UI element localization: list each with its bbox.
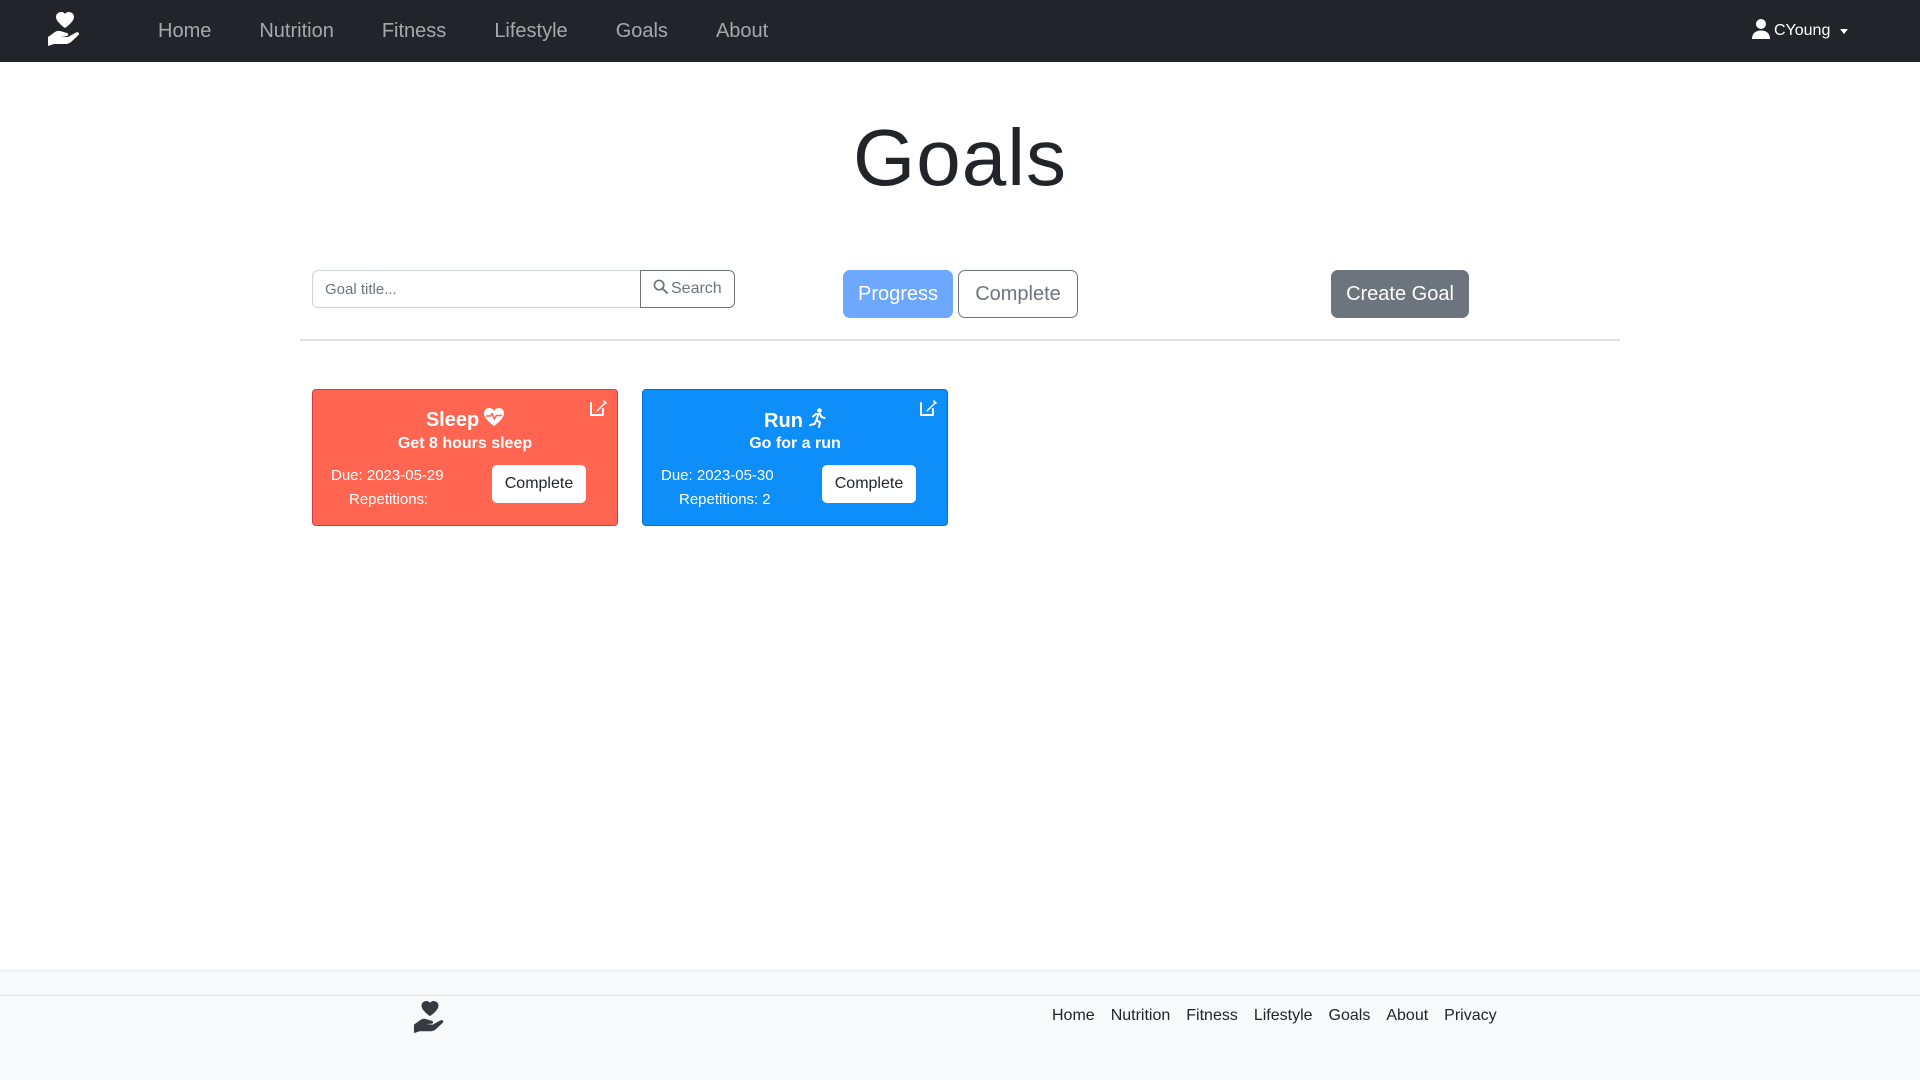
page-footer: Home Nutrition Fitness Lifestyle Goals A… [0, 970, 1920, 1080]
goal-due-date: 2023-05-30 [696, 467, 774, 484]
search-button-label: Search [671, 280, 722, 297]
nav-link-about[interactable]: About [692, 20, 792, 43]
nav-link-fitness[interactable]: Fitness [358, 20, 470, 43]
goal-repetitions-label: Repetitions: [679, 491, 759, 508]
search-button[interactable]: Search [640, 270, 735, 308]
edit-icon[interactable] [588, 398, 608, 423]
goal-complete-button[interactable]: Complete [492, 465, 586, 503]
person-running-icon [808, 408, 826, 434]
footer-logo-icon[interactable] [411, 1001, 449, 1040]
goal-title-text: Sleep [425, 408, 480, 431]
goal-repetitions-row: Repetitions: [331, 488, 444, 512]
toolbar-divider [300, 339, 1620, 341]
brand-logo-icon[interactable] [46, 12, 84, 48]
goal-description: Get 8 hours sleep [397, 435, 533, 452]
footer-divider [0, 995, 1920, 996]
goal-title-search-input[interactable] [312, 270, 640, 308]
goal-card-sleep: Sleep Get 8 hours sleep Due: 2023-05-29 … [312, 389, 618, 526]
footer-link-home[interactable]: Home [1052, 1007, 1095, 1025]
goal-meta: Due: 2023-05-30 Repetitions: 2 [661, 464, 774, 512]
nav-link-goals[interactable]: Goals [592, 20, 692, 43]
goal-search-group: Search [312, 270, 735, 308]
goal-due-label: Due: [661, 467, 693, 484]
progress-filter-button[interactable]: Progress [843, 270, 953, 318]
goal-title-text: Run [764, 409, 803, 432]
user-menu-dropdown[interactable]: CYoung [1752, 0, 1849, 62]
nav-link-nutrition[interactable]: Nutrition [235, 20, 357, 43]
goal-meta: Due: 2023-05-29 Repetitions: [331, 464, 444, 512]
goal-repetitions-row: Repetitions: 2 [661, 488, 774, 512]
goal-due-date: 2023-05-29 [366, 467, 444, 484]
goal-due-label: Due: [331, 467, 363, 484]
top-navbar: Home Nutrition Fitness Lifestyle Goals A… [0, 0, 1920, 62]
footer-link-privacy[interactable]: Privacy [1444, 1007, 1496, 1025]
create-goal-button[interactable]: Create Goal [1331, 270, 1469, 318]
heart-pulse-icon [484, 408, 505, 432]
goal-card-run: Run Go for a run Due: 2023-05-30 Repetit… [642, 389, 948, 526]
footer-link-lifestyle[interactable]: Lifestyle [1254, 1007, 1313, 1025]
page-title: Goals [853, 113, 1067, 202]
goal-card-title: Sleep [313, 408, 617, 432]
footer-link-goals[interactable]: Goals [1329, 1007, 1371, 1025]
goal-repetitions-value: 2 [762, 491, 771, 508]
complete-filter-button[interactable]: Complete [958, 270, 1078, 318]
search-icon [653, 279, 668, 299]
footer-nav: Home Nutrition Fitness Lifestyle Goals A… [1052, 1007, 1497, 1025]
goal-card-title: Run [643, 408, 947, 434]
footer-link-fitness[interactable]: Fitness [1186, 1007, 1238, 1025]
caret-down-icon [1840, 28, 1849, 34]
main-nav: Home Nutrition Fitness Lifestyle Goals A… [134, 0, 792, 62]
footer-link-nutrition[interactable]: Nutrition [1111, 1007, 1171, 1025]
edit-icon[interactable] [918, 398, 938, 423]
goal-description: Go for a run [749, 435, 841, 452]
user-name: CYoung [1774, 22, 1831, 39]
nav-link-lifestyle[interactable]: Lifestyle [470, 20, 591, 43]
nav-link-home[interactable]: Home [134, 20, 235, 43]
goal-repetitions-label: Repetitions: [349, 491, 429, 508]
footer-link-about[interactable]: About [1386, 1007, 1428, 1025]
user-icon [1752, 18, 1774, 44]
goal-complete-button[interactable]: Complete [822, 465, 916, 503]
status-filter-group: Progress Complete [843, 270, 1078, 318]
